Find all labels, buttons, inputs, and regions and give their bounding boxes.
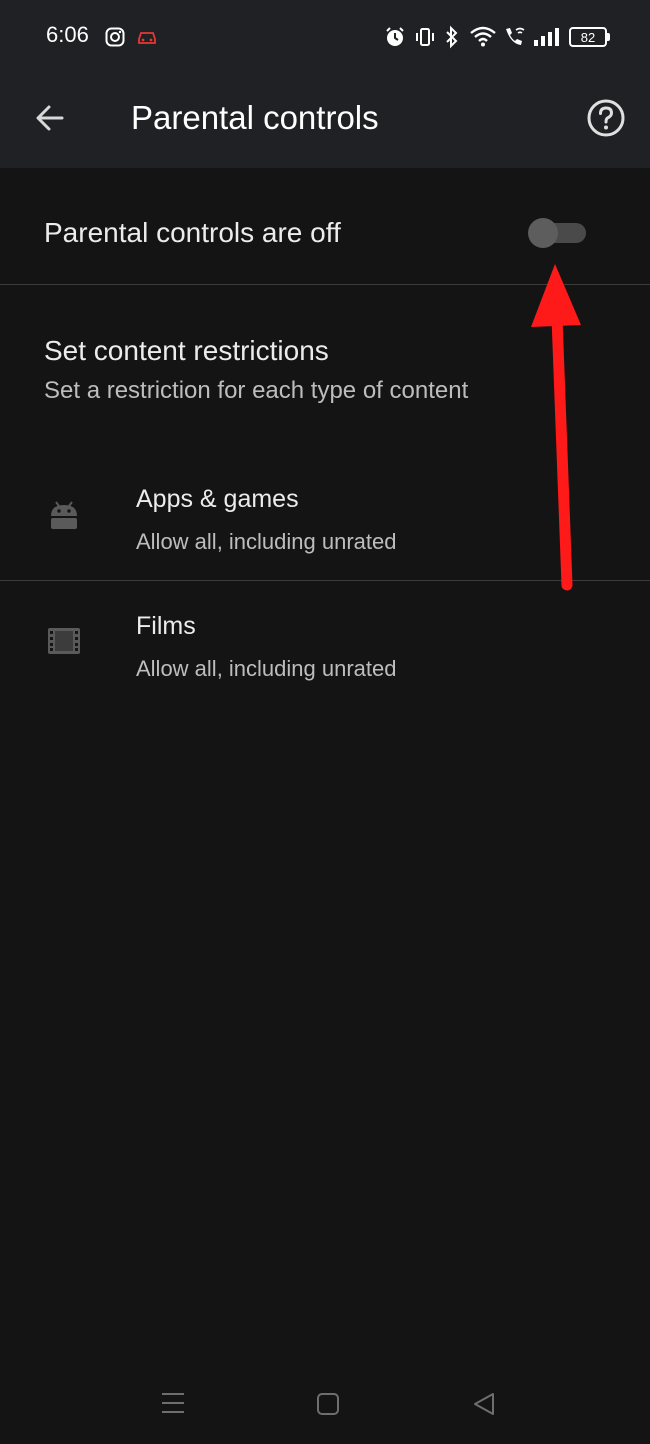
restrictions-subtitle: Set a restriction for each type of conte… — [44, 377, 469, 404]
parental-controls-toggle-row[interactable]: Parental controls are off — [0, 168, 650, 285]
help-circle-icon[interactable] — [586, 98, 626, 138]
navigation-bar — [0, 1360, 650, 1444]
alarm-icon — [386, 27, 404, 46]
toggle-label: Parental controls are off — [44, 217, 341, 248]
arrow-left-icon[interactable] — [32, 100, 68, 136]
item-title: Films — [136, 612, 196, 640]
status-bar: 6:06 82 — [0, 0, 650, 72]
wifi-calling-icon — [506, 27, 525, 45]
back-triangle-icon[interactable] — [472, 1391, 496, 1417]
battery-indicator: 82 — [569, 27, 607, 47]
parental-controls-switch[interactable] — [528, 218, 586, 248]
android-icon — [51, 501, 77, 529]
film-icon — [48, 628, 80, 654]
battery-level: 82 — [580, 30, 596, 45]
vibrate-icon — [416, 28, 434, 46]
bluetooth-icon — [446, 25, 458, 49]
item-title: Apps & games — [136, 485, 299, 513]
item-subtitle: Allow all, including unrated — [136, 656, 397, 681]
item-subtitle: Allow all, including unrated — [136, 529, 397, 554]
menu-icon[interactable] — [160, 1391, 186, 1415]
battery-tip — [607, 33, 610, 41]
list-item-apps-games[interactable]: Apps & games Allow all, including unrate… — [0, 454, 650, 581]
wifi-icon — [470, 26, 496, 47]
signal-icon — [534, 28, 559, 46]
app-bar: Parental controls — [0, 72, 650, 168]
list-item-films[interactable]: Films Allow all, including unrated — [0, 581, 650, 707]
status-time: 6:06 — [46, 22, 89, 47]
page-title: Parental controls — [131, 99, 379, 136]
restrictions-title: Set content restrictions — [44, 335, 329, 366]
car-icon — [138, 32, 156, 44]
home-square-icon[interactable] — [316, 1392, 340, 1416]
instagram-icon — [105, 27, 125, 47]
switch-thumb — [528, 218, 558, 248]
